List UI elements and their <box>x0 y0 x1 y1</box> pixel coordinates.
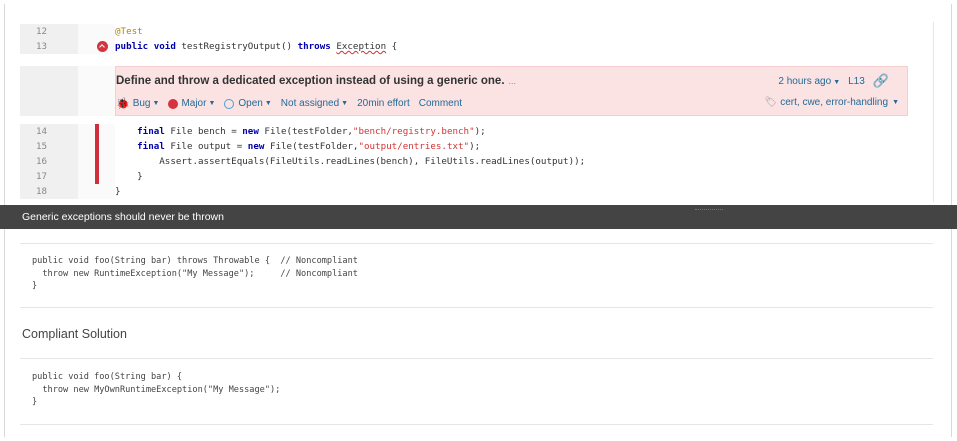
issue-message[interactable]: Define and throw a dedicated exception i… <box>116 75 505 87</box>
caret-down-icon: ▼ <box>341 100 349 107</box>
type-dropdown[interactable]: 🐞 Bug ▼ <box>116 97 159 110</box>
line-number[interactable]: 13 <box>20 39 78 54</box>
code-text: public void testRegistryOutput() throws … <box>115 41 398 52</box>
rule-panel-header[interactable]: Generic exceptions should never be throw… <box>0 205 957 229</box>
code-line: 14 final File bench = new File(testFolde… <box>20 124 933 139</box>
line-number[interactable]: 15 <box>20 139 78 154</box>
resize-handle[interactable] <box>695 209 723 212</box>
tag-icon: 🏷 <box>764 97 778 108</box>
effort-label[interactable]: 20min effort <box>357 98 410 109</box>
caret-down-icon: ▼ <box>892 99 899 106</box>
issue-meta: 🐞 Bug ▼ Major ▼ Open ▼ Not assigned ▼ 20min e… <box>116 97 462 110</box>
divider <box>20 307 933 308</box>
code-line: 18 } <box>20 184 933 199</box>
code-text: @Test <box>115 26 143 37</box>
compliant-solution-heading: Compliant Solution <box>22 327 127 341</box>
line-number[interactable]: 14 <box>20 124 78 139</box>
code-text: Assert.assertEquals(FileUtils.readLines(… <box>115 156 586 167</box>
rule-title: Generic exceptions should never be throw… <box>22 211 224 223</box>
noncompliant-code: public void foo(String bar) throws Throw… <box>32 256 358 291</box>
code-line: 15 final File output = new File(testFold… <box>20 139 933 154</box>
code-line: 17 } <box>20 169 933 184</box>
more-link[interactable]: ... <box>509 76 517 86</box>
code-text: } <box>115 186 121 197</box>
line-number[interactable]: 17 <box>20 169 78 184</box>
code-text: } <box>115 171 143 182</box>
divider <box>20 358 933 359</box>
issue-location[interactable]: Exception <box>336 41 386 52</box>
caret-down-icon: ▼ <box>833 78 841 86</box>
divider <box>20 424 933 425</box>
assignee-dropdown[interactable]: Not assigned ▼ <box>281 98 348 109</box>
issue-box: Define and throw a dedicated exception i… <box>115 66 908 116</box>
code-line: 13 public void testRegistryOutput() thro… <box>20 39 933 54</box>
permalink-icon[interactable]: 🔗 <box>873 73 889 89</box>
code-text: final File output = new File(testFolder,… <box>137 141 481 152</box>
caret-down-icon: ▼ <box>264 100 272 107</box>
caret-down-icon: ▼ <box>208 100 216 107</box>
line-number[interactable]: 18 <box>20 184 78 199</box>
major-severity-icon <box>168 98 179 109</box>
line-number[interactable]: 16 <box>20 154 78 169</box>
caret-down-icon: ▼ <box>152 100 160 107</box>
bug-icon: 🐞 <box>116 98 130 110</box>
code-line: 16 Assert.assertEquals(FileUtils.readLin… <box>20 154 933 169</box>
severity-dropdown[interactable]: Major ▼ <box>168 98 215 109</box>
compliant-code: public void foo(String bar) { throw new … <box>32 372 281 407</box>
line-link[interactable]: L13 <box>848 76 865 87</box>
status-dropdown[interactable]: Open ▼ <box>224 98 272 109</box>
age-dropdown[interactable]: 2 hours ago ▼ <box>778 76 840 87</box>
open-status-icon <box>224 98 235 109</box>
issue-marker-icon[interactable] <box>97 41 108 52</box>
divider <box>20 243 933 244</box>
line-number[interactable]: 12 <box>20 24 78 39</box>
code-line: 12 @Test <box>20 24 933 39</box>
tags-dropdown[interactable]: 🏷 cert, cwe, error-handling ▼ <box>765 97 899 108</box>
comment-link[interactable]: Comment <box>419 98 462 109</box>
code-text: final File bench = new File(testFolder,"… <box>137 126 486 137</box>
